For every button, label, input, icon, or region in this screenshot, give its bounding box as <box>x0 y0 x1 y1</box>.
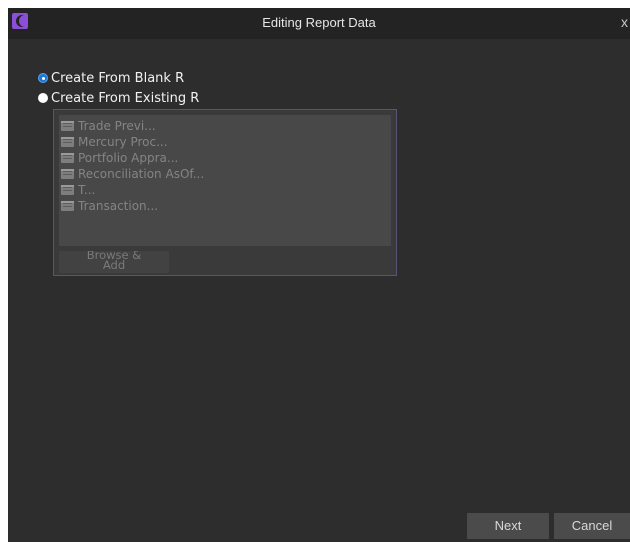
browse-add-button[interactable]: Browse & Add <box>59 251 169 273</box>
report-icon <box>61 121 74 131</box>
report-list[interactable]: Trade Previ... Mercury Proc... Portfolio… <box>59 115 391 246</box>
close-icon[interactable]: x <box>621 14 628 30</box>
list-item[interactable]: Mercury Proc... <box>61 134 168 150</box>
existing-reports-panel: Trade Previ... Mercury Proc... Portfolio… <box>53 109 397 276</box>
title-bar: Editing Report Data x <box>8 8 630 39</box>
cancel-button[interactable]: Cancel <box>554 513 630 539</box>
report-icon <box>61 185 74 195</box>
report-label: Portfolio Appra... <box>78 151 179 165</box>
report-icon <box>61 201 74 211</box>
report-label: T... <box>78 183 96 197</box>
create-from-existing-label: Create From Existing R <box>51 90 200 106</box>
report-label: Mercury Proc... <box>78 135 168 149</box>
radio-selected-icon[interactable] <box>38 73 48 83</box>
next-button[interactable]: Next <box>467 513 549 539</box>
window-title: Editing Report Data <box>262 15 376 30</box>
report-icon <box>61 137 74 147</box>
report-icon <box>61 169 74 179</box>
radio-unselected-icon[interactable] <box>38 93 48 103</box>
list-item[interactable]: Trade Previ... <box>61 118 156 134</box>
list-item[interactable]: Reconciliation AsOf... <box>61 166 204 182</box>
create-from-blank-label: Create From Blank R <box>51 70 185 86</box>
report-icon <box>61 153 74 163</box>
editing-report-dialog: Editing Report Data x Create From Blank … <box>8 8 630 542</box>
create-from-existing-option[interactable]: Create From Existing R <box>38 90 199 106</box>
list-item[interactable]: T... <box>61 182 95 198</box>
list-item[interactable]: Transaction... <box>61 198 158 214</box>
report-label: Trade Previ... <box>78 119 156 133</box>
report-label: Reconciliation AsOf... <box>78 167 205 181</box>
create-from-blank-option[interactable]: Create From Blank R <box>38 70 184 86</box>
list-item[interactable]: Portfolio Appra... <box>61 150 178 166</box>
report-label: Transaction... <box>78 199 159 213</box>
browse-label-line2: Add <box>102 258 126 272</box>
